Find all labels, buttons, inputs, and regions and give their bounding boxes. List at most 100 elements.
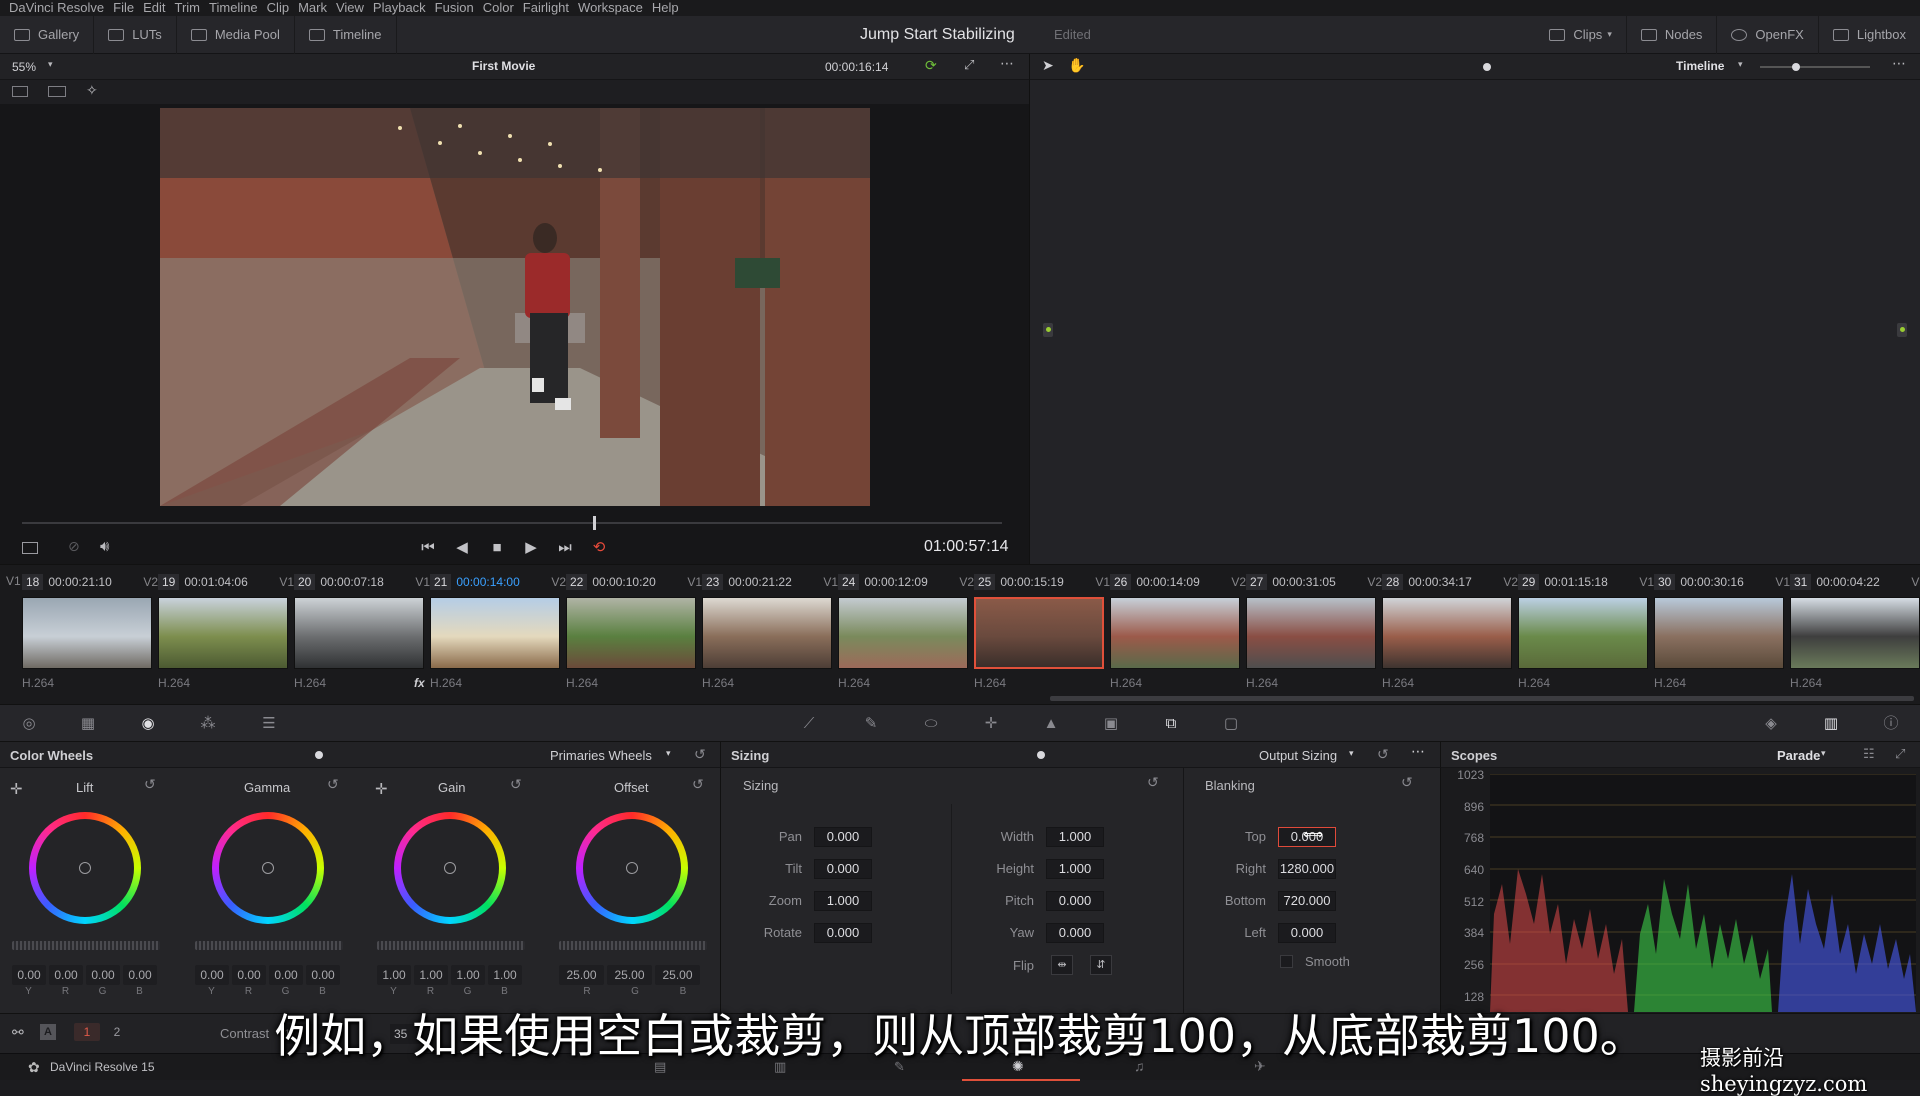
- more-options-icon[interactable]: ⋯: [1411, 743, 1425, 760]
- window-icon[interactable]: ⬭: [922, 715, 940, 733]
- clip-item[interactable]: 28 00:00:34:17 V2 H.264: [1382, 565, 1518, 705]
- clip-scrollbar[interactable]: [1050, 696, 1914, 701]
- clip-item[interactable]: 19 00:01:04:06 V1 H.264: [158, 565, 294, 705]
- menu-trim[interactable]: Trim: [175, 0, 201, 16]
- gallery-button[interactable]: Gallery: [0, 15, 95, 54]
- reset-icon[interactable]: ↺: [1377, 746, 1389, 763]
- tilt-field[interactable]: 0.000: [814, 859, 872, 879]
- reset-icon[interactable]: ↺: [694, 746, 706, 763]
- rotate-field[interactable]: 0.000: [814, 923, 872, 943]
- reset-icon[interactable]: ↺: [692, 776, 704, 793]
- menu-fairlight[interactable]: Fairlight: [523, 0, 569, 16]
- 3d-icon[interactable]: ▢: [1222, 715, 1240, 733]
- clip-item[interactable]: 21 00:00:14:00 V2 fx H.264: [414, 565, 566, 705]
- clip-thumbnail[interactable]: [566, 597, 696, 669]
- gamma-wheel[interactable]: [212, 812, 324, 924]
- lift-master-slider[interactable]: [12, 941, 160, 950]
- camera-raw-icon[interactable]: ◎: [20, 715, 38, 733]
- flip-horizontal-button[interactable]: ⇹: [1051, 955, 1073, 975]
- clip-item[interactable]: 24 00:00:12:09 V2 H.264: [838, 565, 974, 705]
- clip-item[interactable]: 20 00:00:07:18 V1 H.264: [294, 565, 430, 705]
- stop-icon[interactable]: ■: [488, 540, 506, 556]
- clip-item[interactable]: 22 00:00:10:20 V1 H.264: [566, 565, 702, 705]
- nodes-button[interactable]: Nodes: [1627, 15, 1718, 54]
- node-graph[interactable]: [1029, 80, 1920, 564]
- page-dot[interactable]: [315, 751, 323, 759]
- clip-thumbnail[interactable]: [430, 597, 560, 669]
- clip-item[interactable]: 31 00:00:04:22 V1 H.264: [1790, 565, 1920, 705]
- menu-view[interactable]: View: [336, 0, 364, 16]
- gamma-y[interactable]: 0.00: [195, 965, 229, 985]
- sync-icon[interactable]: ⟳: [925, 57, 937, 74]
- blanking-left-field[interactable]: 0.000: [1278, 923, 1336, 943]
- gamma-b[interactable]: 0.00: [306, 965, 340, 985]
- menu-mark[interactable]: Mark: [298, 0, 327, 16]
- viewer-clip-name[interactable]: First Movie: [472, 59, 535, 73]
- menu-color[interactable]: Color: [483, 0, 514, 16]
- gain-master-slider[interactable]: [377, 941, 525, 950]
- clip-thumbnail[interactable]: [702, 597, 832, 669]
- zoom-slider-handle[interactable]: [1792, 63, 1800, 71]
- clip-thumbnail[interactable]: [22, 597, 152, 669]
- offset-b[interactable]: 25.00: [655, 965, 700, 985]
- page-dot[interactable]: [1037, 751, 1045, 759]
- reset-icon[interactable]: ↺: [1147, 774, 1159, 791]
- menu-davinci[interactable]: DaVinci Resolve: [9, 0, 104, 16]
- info-icon[interactable]: ⓘ: [1882, 715, 1900, 733]
- go-to-end-icon[interactable]: ⏭: [556, 540, 574, 556]
- viewer-mode-icon[interactable]: [22, 542, 38, 554]
- expand-icon[interactable]: ⤢: [1895, 746, 1905, 762]
- clip-thumbnail[interactable]: [1654, 597, 1784, 669]
- reset-icon[interactable]: ↺: [144, 776, 156, 793]
- single-viewer-icon[interactable]: [12, 86, 28, 97]
- qualifier-icon[interactable]: ✎: [862, 715, 880, 733]
- reset-icon[interactable]: ↺: [1401, 774, 1413, 791]
- volume-icon[interactable]: 🔊︎: [100, 538, 109, 555]
- keyframes-icon[interactable]: ◈: [1762, 715, 1780, 733]
- offset-r[interactable]: 25.00: [559, 965, 604, 985]
- clip-thumbnail[interactable]: [1518, 597, 1648, 669]
- reset-icon[interactable]: ↺: [327, 776, 339, 793]
- zoom-slider-track[interactable]: [1760, 66, 1870, 68]
- clip-thumbnail[interactable]: [838, 597, 968, 669]
- blanking-bottom-field[interactable]: 720.000: [1278, 891, 1336, 911]
- more-options-icon[interactable]: ⋯: [1000, 55, 1014, 72]
- hand-icon[interactable]: ✋: [1068, 57, 1085, 74]
- blur-icon[interactable]: ▲: [1042, 715, 1060, 733]
- viewer-zoom[interactable]: 55%: [12, 60, 36, 74]
- offset-wheel-handle[interactable]: [626, 862, 638, 874]
- clip-item[interactable]: 23 00:00:21:22 V1 H.264: [702, 565, 838, 705]
- menu-workspace[interactable]: Workspace: [578, 0, 643, 16]
- scopes-icon[interactable]: ▥: [1822, 715, 1840, 733]
- picker-icon[interactable]: ✛: [10, 780, 23, 798]
- loop-icon[interactable]: ⟲: [590, 540, 608, 556]
- flip-vertical-button[interactable]: ⇵: [1090, 955, 1112, 975]
- color-wheels-icon[interactable]: ◉: [139, 715, 157, 733]
- motion-effects-icon[interactable]: ☰: [260, 715, 278, 733]
- gain-y[interactable]: 1.00: [377, 965, 411, 985]
- height-field[interactable]: 1.000: [1046, 859, 1104, 879]
- gain-r[interactable]: 1.00: [414, 965, 448, 985]
- clip-thumbnail[interactable]: [294, 597, 424, 669]
- menu-fusion[interactable]: Fusion: [435, 0, 474, 16]
- gamma-master-slider[interactable]: [195, 941, 343, 950]
- pan-field[interactable]: 0.000: [814, 827, 872, 847]
- clip-item[interactable]: 27 00:00:31:05 V2 H.264: [1246, 565, 1382, 705]
- lift-wheel[interactable]: [29, 812, 141, 924]
- gain-b[interactable]: 1.00: [488, 965, 522, 985]
- clip-item[interactable]: 25 00:00:15:19 V1 H.264: [974, 565, 1110, 705]
- yaw-field[interactable]: 0.000: [1046, 923, 1104, 943]
- clip-thumbnail[interactable]: [1110, 597, 1240, 669]
- blanking-right-field[interactable]: 1280.000: [1278, 859, 1336, 879]
- luts-button[interactable]: LUTs: [94, 15, 177, 54]
- gain-g[interactable]: 1.00: [451, 965, 485, 985]
- step-back-icon[interactable]: ◀: [453, 540, 471, 556]
- lift-b[interactable]: 0.00: [123, 965, 157, 985]
- menu-file[interactable]: File: [113, 0, 134, 16]
- gamma-r[interactable]: 0.00: [232, 965, 266, 985]
- fullscreen-icon[interactable]: ⤢: [964, 57, 974, 73]
- sizing-mode-dropdown[interactable]: Output Sizing: [1259, 748, 1337, 763]
- zoom-field[interactable]: 1.000: [814, 891, 872, 911]
- clips-button[interactable]: Clips ▾: [1535, 15, 1627, 54]
- tracker-icon[interactable]: ✛: [982, 715, 1000, 733]
